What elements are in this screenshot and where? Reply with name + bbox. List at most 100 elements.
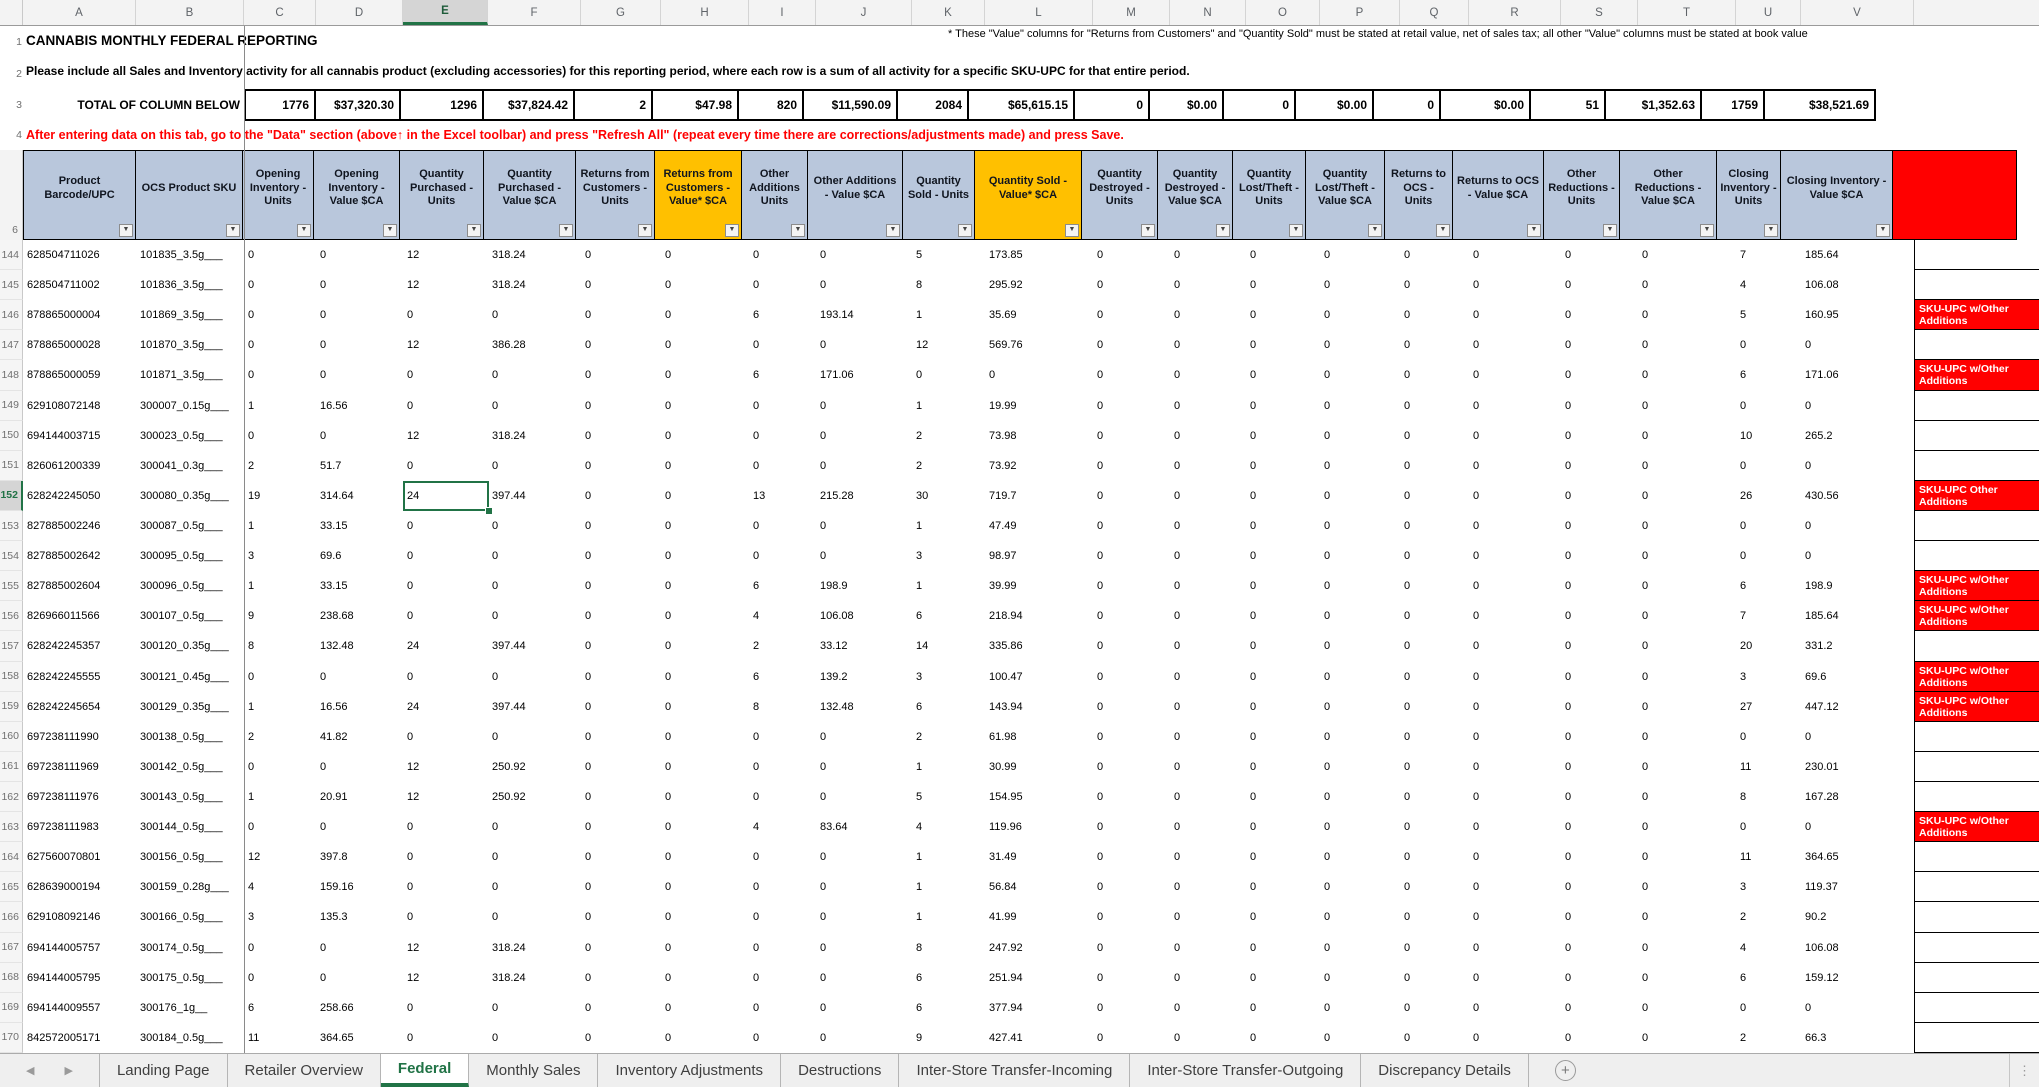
cell[interactable]: 139.2 — [816, 662, 912, 692]
cell[interactable]: 0 — [816, 993, 912, 1023]
column-letter-D[interactable]: D — [316, 0, 403, 25]
cell[interactable]: 31.49 — [985, 842, 1093, 872]
cell[interactable]: 397.44 — [488, 631, 581, 661]
cell[interactable]: 0 — [1400, 360, 1469, 390]
filter-dropdown-icon[interactable]: ▼ — [1876, 224, 1890, 237]
row-number[interactable]: 166 — [0, 902, 23, 932]
cell[interactable]: 0 — [581, 993, 661, 1023]
cell[interactable]: 0 — [985, 360, 1093, 390]
cell[interactable]: 0 — [1170, 662, 1246, 692]
cell[interactable]: 0 — [1093, 752, 1170, 782]
cell[interactable]: 0 — [1561, 692, 1638, 722]
cell[interactable]: 51.7 — [316, 451, 403, 481]
cell[interactable]: 364.65 — [316, 1023, 403, 1053]
cell[interactable]: 8 — [1736, 782, 1801, 812]
cell[interactable]: 300007_0.15g___ — [136, 391, 244, 421]
cell[interactable]: 0 — [661, 451, 749, 481]
cell[interactable]: 12 — [403, 270, 488, 300]
cell[interactable]: 300156_0.5g___ — [136, 842, 244, 872]
cell[interactable]: 0 — [1638, 631, 1736, 661]
cell[interactable]: 300175_0.5g___ — [136, 963, 244, 993]
cell[interactable]: 0 — [1320, 812, 1400, 842]
cell[interactable]: 0 — [661, 511, 749, 541]
cell[interactable]: 0 — [1561, 722, 1638, 752]
cell[interactable]: 0 — [749, 993, 816, 1023]
column-letter-I[interactable]: I — [749, 0, 816, 25]
cell[interactable]: 318.24 — [488, 421, 581, 451]
cell[interactable]: 0 — [1400, 782, 1469, 812]
cell[interactable]: 11 — [244, 1023, 316, 1053]
cell[interactable]: 4 — [1736, 270, 1801, 300]
cell[interactable]: 1 — [244, 391, 316, 421]
cell[interactable]: 300121_0.45g___ — [136, 662, 244, 692]
cell[interactable]: 6 — [912, 601, 985, 631]
cell[interactable]: 6 — [912, 993, 985, 1023]
cell[interactable]: 0 — [749, 270, 816, 300]
cell[interactable]: 0 — [1246, 631, 1320, 661]
cell[interactable]: 4 — [244, 872, 316, 902]
cell[interactable]: 30.99 — [985, 752, 1093, 782]
cell[interactable]: 0 — [1400, 300, 1469, 330]
cell[interactable]: 0 — [403, 872, 488, 902]
filter-dropdown-icon[interactable]: ▼ — [1436, 224, 1450, 237]
sheet-tab-monthly-sales[interactable]: Monthly Sales — [469, 1054, 598, 1087]
cell[interactable]: 427.41 — [985, 1023, 1093, 1053]
cell[interactable]: 0 — [488, 993, 581, 1023]
cell[interactable]: 0 — [1093, 601, 1170, 631]
cell[interactable]: 0 — [1400, 481, 1469, 511]
cell[interactable]: 0 — [1093, 240, 1170, 270]
cell[interactable]: 0 — [1736, 812, 1801, 842]
cell[interactable]: 0 — [1638, 330, 1736, 360]
row-number[interactable]: 156 — [0, 601, 23, 631]
cell[interactable]: 0 — [1638, 300, 1736, 330]
cell[interactable]: 0 — [316, 812, 403, 842]
cell[interactable]: 0 — [1093, 571, 1170, 601]
cell[interactable]: 0 — [1170, 872, 1246, 902]
cell[interactable]: 0 — [816, 541, 912, 571]
cell[interactable]: 0 — [316, 421, 403, 451]
row-number[interactable]: 2 — [0, 68, 22, 80]
cell[interactable]: 0 — [581, 933, 661, 963]
cell[interactable]: 1 — [912, 752, 985, 782]
cell[interactable]: 0 — [1469, 511, 1561, 541]
cell[interactable]: 4 — [1736, 933, 1801, 963]
cell[interactable]: 0 — [749, 240, 816, 270]
cell[interactable]: 0 — [1400, 631, 1469, 661]
cell[interactable]: 0 — [1561, 360, 1638, 390]
cell[interactable]: 0 — [661, 391, 749, 421]
cell[interactable]: 132.48 — [816, 692, 912, 722]
cell[interactable]: 198.9 — [816, 571, 912, 601]
cell[interactable]: 377.94 — [985, 993, 1093, 1023]
cell[interactable]: 300138_0.5g___ — [136, 722, 244, 752]
row-number[interactable]: 150 — [0, 421, 23, 451]
cell[interactable]: 0 — [749, 872, 816, 902]
cell[interactable]: 0 — [912, 360, 985, 390]
cell[interactable]: 0 — [661, 782, 749, 812]
cell[interactable]: 0 — [1736, 993, 1801, 1023]
cell[interactable]: 193.14 — [816, 300, 912, 330]
column-header[interactable]: Returns from Customers - Units▼ — [575, 150, 655, 240]
cell[interactable]: 697238111983 — [23, 812, 136, 842]
cell[interactable]: 300107_0.5g___ — [136, 601, 244, 631]
cell[interactable]: 2 — [912, 421, 985, 451]
cell[interactable]: 364.65 — [1801, 842, 1914, 872]
cell[interactable]: 12 — [403, 782, 488, 812]
cell[interactable]: 0 — [1561, 1023, 1638, 1053]
cell[interactable]: 8 — [912, 270, 985, 300]
cell[interactable]: 0 — [1093, 300, 1170, 330]
cell[interactable]: 1 — [244, 511, 316, 541]
cell[interactable]: 0 — [661, 812, 749, 842]
cell[interactable]: 0 — [1561, 963, 1638, 993]
cell[interactable]: 0 — [1246, 722, 1320, 752]
cell[interactable]: 4 — [749, 601, 816, 631]
cell[interactable]: 300087_0.5g___ — [136, 511, 244, 541]
column-letter-E[interactable]: E — [403, 0, 488, 25]
cell[interactable]: 697238111990 — [23, 722, 136, 752]
cell[interactable]: 250.92 — [488, 782, 581, 812]
cell[interactable]: 39.99 — [985, 571, 1093, 601]
cell[interactable]: 0 — [1170, 842, 1246, 872]
cell[interactable]: 0 — [1320, 692, 1400, 722]
cell[interactable]: 826061200339 — [23, 451, 136, 481]
cell[interactable]: 0 — [1170, 812, 1246, 842]
cell[interactable]: 16.56 — [316, 692, 403, 722]
